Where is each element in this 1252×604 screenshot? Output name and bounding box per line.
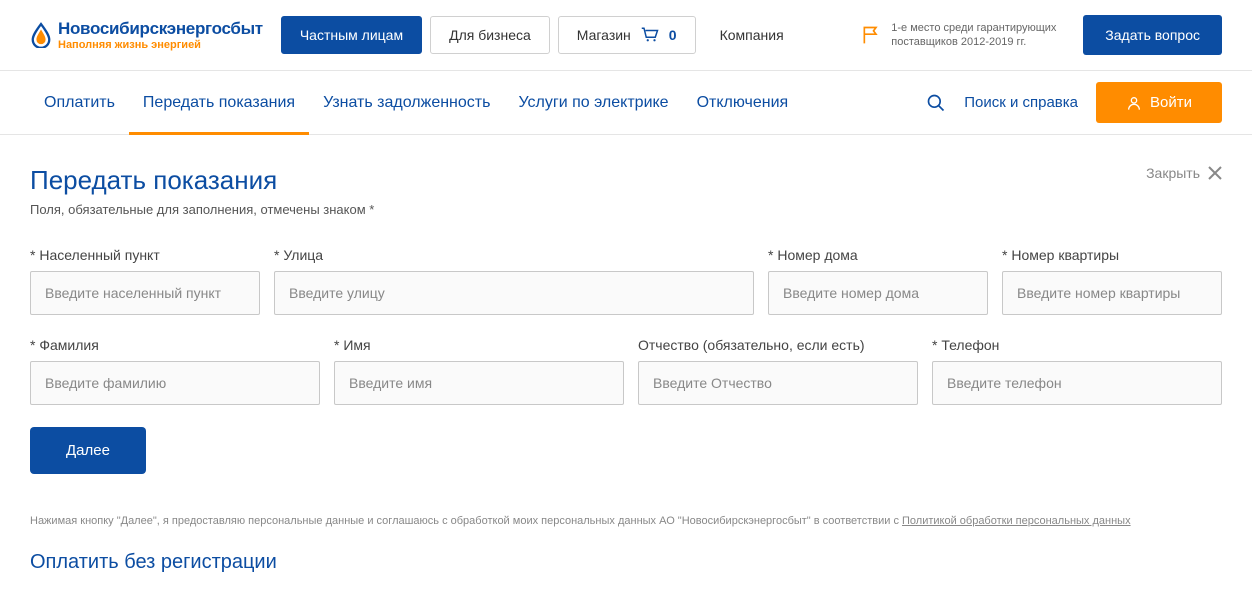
- apartment-label: * Номер квартиры: [1002, 247, 1222, 263]
- award-text: 1-е место среди гарантирующих поставщико…: [891, 21, 1061, 50]
- logo[interactable]: Новосибирскэнергосбыт Наполняя жизнь эне…: [30, 19, 263, 51]
- subnav-services[interactable]: Услуги по электрике: [504, 72, 682, 134]
- cart-icon: [641, 27, 659, 43]
- flag-icon: [861, 25, 881, 45]
- subnav-submit[interactable]: Передать показания: [129, 72, 309, 134]
- consent-text: Нажимая кнопку "Далее", я предоставляю п…: [30, 514, 1222, 529]
- city-label: * Населенный пункт: [30, 247, 260, 263]
- ask-question-button[interactable]: Задать вопрос: [1083, 15, 1222, 55]
- cart-count: 0: [669, 27, 677, 43]
- close-icon: [1208, 166, 1222, 180]
- lastname-input[interactable]: [30, 361, 320, 405]
- search-link[interactable]: Поиск и справка: [964, 94, 1078, 111]
- firstname-input[interactable]: [334, 361, 624, 405]
- close-label: Закрыть: [1146, 165, 1200, 181]
- city-input[interactable]: [30, 271, 260, 315]
- shop-label: Магазин: [577, 27, 631, 43]
- drop-icon: [30, 22, 52, 48]
- subnav-debt[interactable]: Узнать задолженность: [309, 72, 504, 134]
- house-input[interactable]: [768, 271, 988, 315]
- logo-subtitle: Наполняя жизнь энергией: [58, 39, 263, 51]
- house-label: * Номер дома: [768, 247, 988, 263]
- nav-company-link[interactable]: Компания: [704, 17, 800, 53]
- nav-shop-button[interactable]: Магазин 0: [558, 16, 696, 54]
- pay-without-registration-title: Оплатить без регистрации: [30, 551, 1222, 574]
- street-input[interactable]: [274, 271, 754, 315]
- next-button[interactable]: Далее: [30, 427, 146, 474]
- required-hint: Поля, обязательные для заполнения, отмеч…: [30, 202, 1222, 217]
- user-icon: [1126, 95, 1142, 111]
- nav-private-button[interactable]: Частным лицам: [281, 16, 422, 54]
- page-title: Передать показания: [30, 165, 277, 196]
- close-button[interactable]: Закрыть: [1146, 165, 1222, 181]
- search-icon[interactable]: [926, 93, 946, 113]
- lastname-label: * Фамилия: [30, 337, 320, 353]
- login-button[interactable]: Войти: [1096, 82, 1222, 123]
- subnav-pay[interactable]: Оплатить: [30, 72, 129, 134]
- phone-input[interactable]: [932, 361, 1222, 405]
- patronymic-input[interactable]: [638, 361, 918, 405]
- privacy-policy-link[interactable]: Политикой обработки персональных данных: [902, 515, 1131, 527]
- phone-label: * Телефон: [932, 337, 1222, 353]
- logo-title: Новосибирскэнергосбыт: [58, 19, 263, 39]
- subnav-outages[interactable]: Отключения: [683, 72, 803, 134]
- patronymic-label: Отчество (обязательно, если есть): [638, 337, 918, 353]
- apartment-input[interactable]: [1002, 271, 1222, 315]
- login-label: Войти: [1150, 94, 1192, 111]
- nav-business-button[interactable]: Для бизнеса: [430, 16, 550, 54]
- firstname-label: * Имя: [334, 337, 624, 353]
- street-label: * Улица: [274, 247, 754, 263]
- consent-pre: Нажимая кнопку "Далее", я предоставляю п…: [30, 515, 902, 527]
